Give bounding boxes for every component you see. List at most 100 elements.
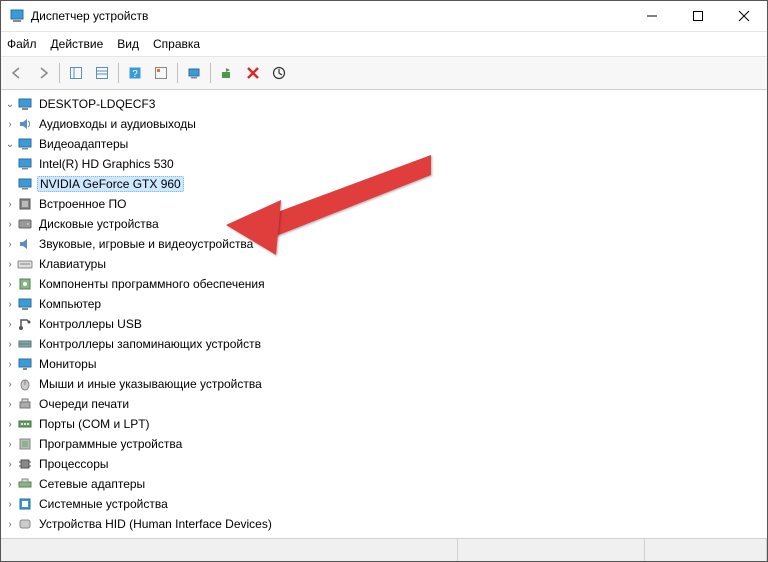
back-button[interactable] bbox=[5, 61, 29, 85]
tree-category[interactable]: ›Звуковые, игровые и видеоустройства bbox=[3, 234, 765, 254]
scan-hardware-button[interactable] bbox=[182, 61, 206, 85]
enable-button[interactable] bbox=[215, 61, 239, 85]
expand-arrow-icon[interactable]: › bbox=[3, 219, 17, 230]
minimize-button[interactable] bbox=[629, 1, 675, 31]
tree-category[interactable]: ›Аудиовходы и аудиовыходы bbox=[3, 114, 765, 134]
tree-category[interactable]: › Сетевые адаптеры bbox=[3, 474, 765, 494]
firmware-icon bbox=[17, 196, 33, 212]
tree-category[interactable]: › Компьютер bbox=[3, 294, 765, 314]
tree-category[interactable]: › Порты (COM и LPT) bbox=[3, 414, 765, 434]
tree-category[interactable]: › Мыши и иные указывающие устройства bbox=[3, 374, 765, 394]
tree-category[interactable]: › Мониторы bbox=[3, 354, 765, 374]
display-icon bbox=[17, 156, 33, 172]
toolbar-separator bbox=[118, 63, 119, 83]
device-tree[interactable]: ⌄DESKTOP-LDQECF3›Аудиовходы и аудиовыход… bbox=[1, 90, 767, 538]
expand-arrow-icon[interactable]: › bbox=[3, 319, 17, 330]
expand-arrow-icon[interactable]: › bbox=[3, 279, 17, 290]
tree-category[interactable]: › Очереди печати bbox=[3, 394, 765, 414]
tree-category[interactable]: ›Устройства HID (Human Interface Devices… bbox=[3, 514, 765, 534]
tree-category-label: Сетевые адаптеры bbox=[37, 477, 147, 491]
toolbar: ? bbox=[1, 57, 767, 90]
tree-category-label: Программные устройства bbox=[37, 437, 184, 451]
expand-arrow-icon[interactable]: › bbox=[3, 379, 17, 390]
tree-category-label: Системные устройства bbox=[37, 497, 170, 511]
expand-arrow-icon[interactable]: ⌄ bbox=[3, 99, 17, 110]
collapse-arrow-icon[interactable]: ⌄ bbox=[3, 139, 17, 150]
display-icon bbox=[17, 136, 33, 152]
expand-arrow-icon[interactable]: › bbox=[3, 259, 17, 270]
tree-category-label: Порты (COM и LPT) bbox=[37, 417, 152, 431]
menu-action[interactable]: Действие bbox=[51, 37, 104, 51]
menu-help[interactable]: Справка bbox=[153, 37, 200, 51]
tree-device-label: Intel(R) HD Graphics 530 bbox=[37, 157, 176, 171]
expand-arrow-icon[interactable]: › bbox=[3, 199, 17, 210]
expand-arrow-icon[interactable]: › bbox=[3, 519, 17, 530]
properties-button[interactable] bbox=[90, 61, 114, 85]
tree-category-label: Мониторы bbox=[37, 357, 98, 371]
tree-category[interactable]: › Системные устройства bbox=[3, 494, 765, 514]
menu-file[interactable]: Файл bbox=[7, 37, 37, 51]
tree-category-label: Компьютер bbox=[37, 297, 103, 311]
expand-arrow-icon[interactable]: › bbox=[3, 459, 17, 470]
tree-category-label: Клавиатуры bbox=[37, 257, 108, 271]
tree-category[interactable]: › Дисковые устройства bbox=[3, 214, 765, 234]
close-button[interactable] bbox=[721, 1, 767, 31]
expand-arrow-icon[interactable]: › bbox=[3, 419, 17, 430]
help-button[interactable]: ? bbox=[123, 61, 147, 85]
tree-category-label: Очереди печати bbox=[37, 397, 131, 411]
device-manager-window: Диспетчер устройств Файл Действие Вид Сп… bbox=[0, 0, 768, 562]
toolbar-separator bbox=[210, 63, 211, 83]
update-driver-button[interactable] bbox=[267, 61, 291, 85]
expand-arrow-icon[interactable]: › bbox=[3, 239, 17, 250]
expand-arrow-icon[interactable]: › bbox=[3, 439, 17, 450]
tree-category[interactable]: ›Контроллеры запоминающих устройств bbox=[3, 334, 765, 354]
expand-arrow-icon[interactable]: › bbox=[3, 359, 17, 370]
tree-root-node[interactable]: ⌄DESKTOP-LDQECF3 bbox=[3, 94, 765, 114]
audio-icon bbox=[17, 116, 33, 132]
tree-device[interactable]: ›Intel(R) HD Graphics 530 bbox=[3, 154, 765, 174]
tree-category-label: Мыши и иные указывающие устройства bbox=[37, 377, 264, 391]
expand-arrow-icon[interactable]: › bbox=[3, 399, 17, 410]
toolbar-separator bbox=[177, 63, 178, 83]
tree-category[interactable]: › Клавиатуры bbox=[3, 254, 765, 274]
statusbar bbox=[1, 538, 767, 561]
tree-category-label: Дисковые устройства bbox=[37, 217, 161, 231]
titlebar: Диспетчер устройств bbox=[1, 1, 767, 32]
tree-category[interactable]: › Компоненты программного обеспечения bbox=[3, 274, 765, 294]
uninstall-button[interactable] bbox=[241, 61, 265, 85]
action-button[interactable] bbox=[149, 61, 173, 85]
computer-icon bbox=[17, 296, 33, 312]
software-icon bbox=[17, 276, 33, 292]
maximize-button[interactable] bbox=[675, 1, 721, 31]
expand-arrow-icon[interactable]: › bbox=[3, 499, 17, 510]
status-pane-mid bbox=[458, 539, 645, 561]
expand-arrow-icon[interactable]: › bbox=[3, 299, 17, 310]
window-controls bbox=[629, 1, 767, 31]
tree-category-label: Встроенное ПО bbox=[37, 197, 128, 211]
monitor-icon bbox=[17, 356, 33, 372]
mouse-icon bbox=[17, 376, 33, 392]
status-pane-right bbox=[645, 539, 767, 561]
tree-category[interactable]: ›Процессоры bbox=[3, 454, 765, 474]
tree-category[interactable]: › Программные устройства bbox=[3, 434, 765, 454]
menubar: Файл Действие Вид Справка bbox=[1, 32, 767, 57]
tree-category[interactable]: ›Контроллеры USB bbox=[3, 314, 765, 334]
tree-device[interactable]: ›NVIDIA GeForce GTX 960 bbox=[3, 174, 765, 194]
window-title: Диспетчер устройств bbox=[31, 9, 629, 23]
tree-category-label: Компоненты программного обеспечения bbox=[37, 277, 267, 291]
storage-icon bbox=[17, 336, 33, 352]
menu-view[interactable]: Вид bbox=[117, 37, 139, 51]
tree-category[interactable]: › Встроенное ПО bbox=[3, 194, 765, 214]
toolbar-separator bbox=[59, 63, 60, 83]
keyboard-icon bbox=[17, 256, 33, 272]
show-hide-tree-button[interactable] bbox=[64, 61, 88, 85]
sound-icon bbox=[17, 236, 33, 252]
expand-arrow-icon[interactable]: › bbox=[3, 119, 17, 130]
display-icon bbox=[17, 176, 33, 192]
forward-button[interactable] bbox=[31, 61, 55, 85]
expand-arrow-icon[interactable]: › bbox=[3, 479, 17, 490]
computer-icon bbox=[17, 96, 33, 112]
expand-arrow-icon[interactable]: › bbox=[3, 339, 17, 350]
port-icon bbox=[17, 416, 33, 432]
tree-category[interactable]: ⌄Видеоадаптеры bbox=[3, 134, 765, 154]
